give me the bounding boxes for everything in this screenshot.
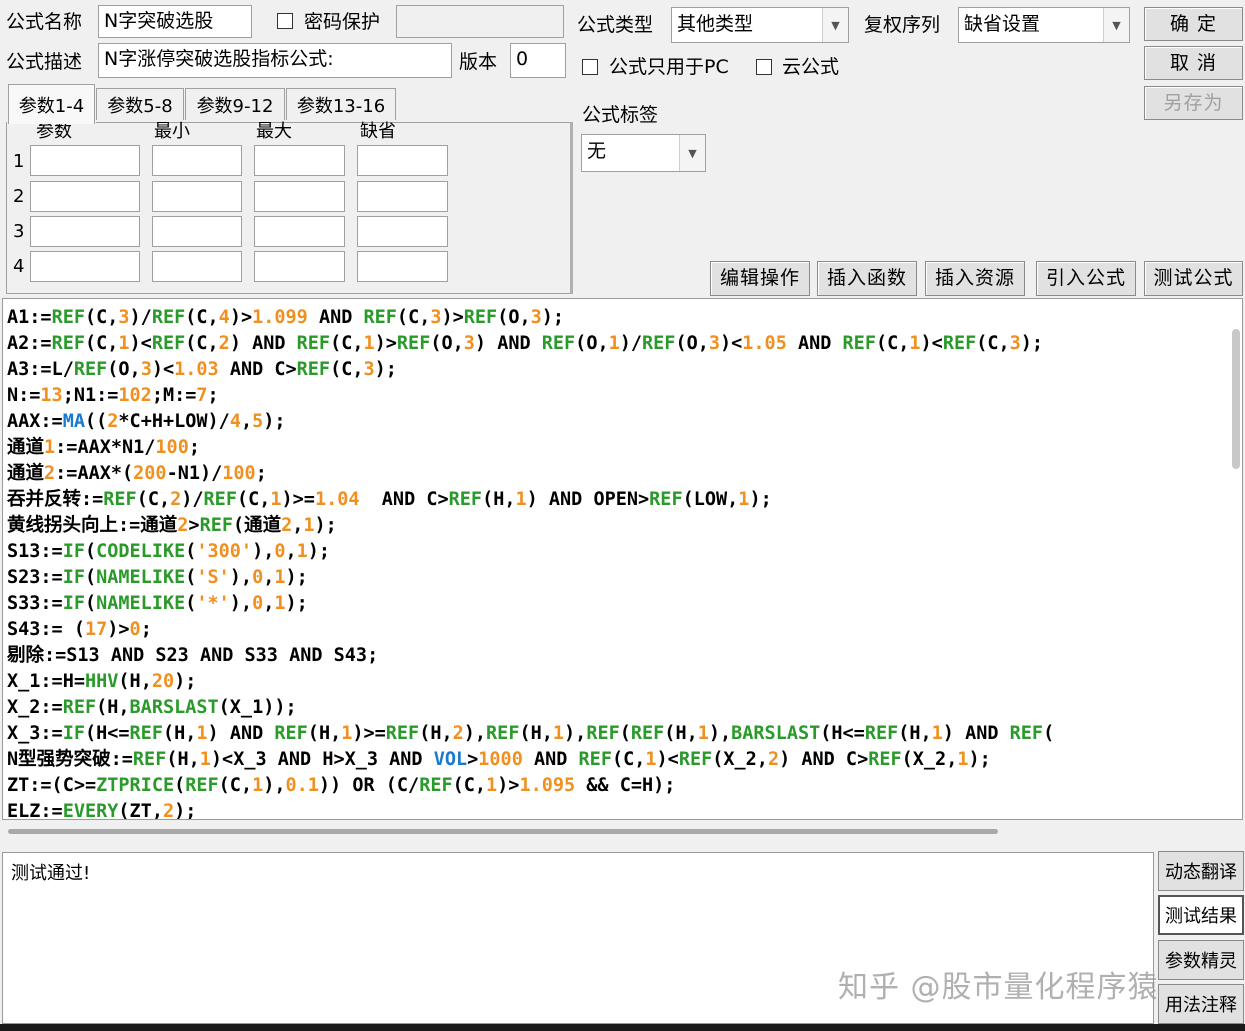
dynamic-translate-button[interactable]: 动态翻译 bbox=[1158, 851, 1244, 891]
param-1-name-input[interactable] bbox=[30, 145, 140, 176]
insert-function-button[interactable]: 插入函数 bbox=[817, 261, 917, 296]
code-line: 吞并反转:=REF(C,2)/REF(C,1)>=1.04 AND C>REF(… bbox=[7, 489, 772, 510]
formula-type-select[interactable]: 其他类型 ▼ bbox=[671, 7, 849, 43]
param-1-max-input[interactable] bbox=[254, 145, 345, 176]
usage-notes-button[interactable]: 用法注释 bbox=[1158, 984, 1244, 1024]
param-4-default-input[interactable] bbox=[357, 251, 448, 282]
cloud-formula-checkbox[interactable] bbox=[756, 59, 772, 75]
code-line: 通道1:=AAX*N1/100; bbox=[7, 437, 200, 458]
param-3-min-input[interactable] bbox=[152, 216, 242, 247]
formula-tag-label: 公式标签 bbox=[582, 104, 659, 126]
save-as-button[interactable]: 另存为 bbox=[1144, 86, 1243, 120]
rights-sequence-select[interactable]: 缺省设置 ▼ bbox=[958, 7, 1130, 43]
param-4-min-input[interactable] bbox=[152, 251, 242, 282]
horizontal-scrollbar[interactable] bbox=[8, 829, 998, 834]
chevron-down-icon[interactable]: ▼ bbox=[1103, 8, 1129, 42]
formula-desc-label: 公式描述 bbox=[6, 51, 83, 73]
version-input[interactable]: 0 bbox=[510, 43, 566, 78]
code-editor[interactable]: A1:=REF(C,3)/REF(C,4)>1.099 AND REF(C,3)… bbox=[2, 298, 1243, 820]
code-line: A1:=REF(C,3)/REF(C,4)>1.099 AND REF(C,3)… bbox=[7, 307, 565, 328]
param-2-default-input[interactable] bbox=[357, 181, 448, 212]
code-line: S43:= (17)>0; bbox=[7, 619, 152, 640]
code-line: ELZ:=EVERY(ZT,2); bbox=[7, 801, 197, 820]
chevron-down-icon[interactable]: ▼ bbox=[822, 8, 848, 42]
insert-resource-button[interactable]: 插入资源 bbox=[925, 261, 1025, 296]
ok-button[interactable]: 确 定 bbox=[1144, 7, 1243, 41]
pc-only-label: 公式只用于PC bbox=[609, 56, 729, 78]
test-formula-button[interactable]: 测试公式 bbox=[1144, 261, 1243, 296]
param-3-name-input[interactable] bbox=[30, 216, 140, 247]
test-results-button[interactable]: 测试结果 bbox=[1158, 895, 1244, 935]
import-formula-button[interactable]: 引入公式 bbox=[1036, 261, 1136, 296]
code-line: N型强势突破:=REF(H,1)<X_3 AND H>X_3 AND VOL>1… bbox=[7, 749, 991, 770]
code-line: 剔除:=S13 AND S23 AND S33 AND S43; bbox=[7, 645, 379, 666]
formula-tag-select[interactable]: 无 ▼ bbox=[581, 134, 706, 172]
cloud-formula-label: 云公式 bbox=[782, 56, 840, 78]
param-2-min-input[interactable] bbox=[152, 181, 242, 212]
pc-only-checkbox[interactable] bbox=[582, 59, 598, 75]
param-1-default-input[interactable] bbox=[357, 145, 448, 176]
param-2-max-input[interactable] bbox=[254, 181, 345, 212]
tab-params-5-8[interactable]: 参数5-8 bbox=[96, 88, 184, 120]
params-panel-right-shadow bbox=[570, 122, 573, 294]
code-line: X_3:=IF(H<=REF(H,1) AND REF(H,1)>=REF(H,… bbox=[7, 723, 1055, 744]
edit-operations-button[interactable]: 编辑操作 bbox=[710, 261, 810, 296]
param-row-1-label: 1 bbox=[13, 151, 25, 172]
param-col-name: 参数 bbox=[36, 121, 72, 142]
param-3-default-input[interactable] bbox=[357, 216, 448, 247]
code-line: 通道2:=AAX*(200-N1)/100; bbox=[7, 463, 267, 484]
code-line: A3:=L/REF(O,3)<1.03 AND C>REF(C,3); bbox=[7, 359, 397, 380]
version-label: 版本 bbox=[459, 51, 498, 73]
cancel-button[interactable]: 取 消 bbox=[1144, 46, 1243, 80]
param-2-name-input[interactable] bbox=[30, 181, 140, 212]
password-protect-label: 密码保护 bbox=[304, 11, 381, 33]
rights-sequence-label: 复权序列 bbox=[864, 14, 941, 36]
param-row-2-label: 2 bbox=[13, 186, 25, 207]
vertical-scrollbar[interactable] bbox=[1232, 329, 1240, 469]
param-4-name-input[interactable] bbox=[30, 251, 140, 282]
code-line: A2:=REF(C,1)<REF(C,2) AND REF(C,1)>REF(O… bbox=[7, 333, 1044, 354]
code-line: 黄线拐头向上:=通道2>REF(通道2,1); bbox=[7, 515, 337, 536]
formula-type-label: 公式类型 bbox=[577, 14, 654, 36]
code-line: S33:=IF(NAMELIKE('*'),0,1); bbox=[7, 593, 308, 614]
param-row-3-label: 3 bbox=[13, 221, 25, 242]
param-col-max: 最大 bbox=[256, 121, 292, 142]
password-input bbox=[396, 5, 564, 38]
param-4-max-input[interactable] bbox=[254, 251, 345, 282]
tab-params-9-12[interactable]: 参数9-12 bbox=[185, 88, 285, 120]
param-row-4-label: 4 bbox=[13, 256, 25, 277]
formula-tag-value: 无 bbox=[587, 140, 607, 162]
param-col-min: 最小 bbox=[154, 121, 190, 142]
code-line: ZT:=(C>=ZTPRICE(REF(C,1),0.1)) OR (C/REF… bbox=[7, 775, 676, 796]
code-line: N:=13;N1:=102;M:=7; bbox=[7, 385, 219, 406]
tab-params-13-16[interactable]: 参数13-16 bbox=[286, 88, 396, 120]
param-1-min-input[interactable] bbox=[152, 145, 242, 176]
code-line: S13:=IF(CODELIKE('300'),0,1); bbox=[7, 541, 331, 562]
parameter-wizard-button[interactable]: 参数精灵 bbox=[1158, 940, 1244, 980]
test-result-text: 测试通过! bbox=[11, 863, 91, 884]
code-line: X_2:=REF(H,BARSLAST(X_1)); bbox=[7, 697, 297, 718]
rights-sequence-value: 缺省设置 bbox=[964, 13, 1041, 35]
bottom-bar bbox=[0, 1024, 1245, 1031]
code-line: S23:=IF(NAMELIKE('S'),0,1); bbox=[7, 567, 308, 588]
param-col-default: 缺省 bbox=[360, 121, 396, 142]
formula-type-value: 其他类型 bbox=[677, 13, 754, 35]
formula-name-label: 公式名称 bbox=[6, 11, 83, 33]
formula-desc-input[interactable]: N字涨停突破选股指标公式: bbox=[98, 43, 452, 78]
code-line: X_1:=H=HHV(H,20); bbox=[7, 671, 197, 692]
chevron-down-icon[interactable]: ▼ bbox=[679, 135, 705, 171]
tab-params-1-4[interactable]: 参数1-4 bbox=[8, 84, 95, 124]
code-lines: A1:=REF(C,3)/REF(C,4)>1.099 AND REF(C,3)… bbox=[7, 305, 1227, 820]
param-3-max-input[interactable] bbox=[254, 216, 345, 247]
watermark: 知乎 @股市量化程序猿 bbox=[838, 970, 1159, 1005]
formula-name-input[interactable]: N字突破选股 bbox=[98, 5, 252, 38]
code-line: AAX:=MA((2*C+H+LOW)/4,5); bbox=[7, 411, 286, 432]
password-protect-checkbox[interactable] bbox=[277, 13, 293, 29]
